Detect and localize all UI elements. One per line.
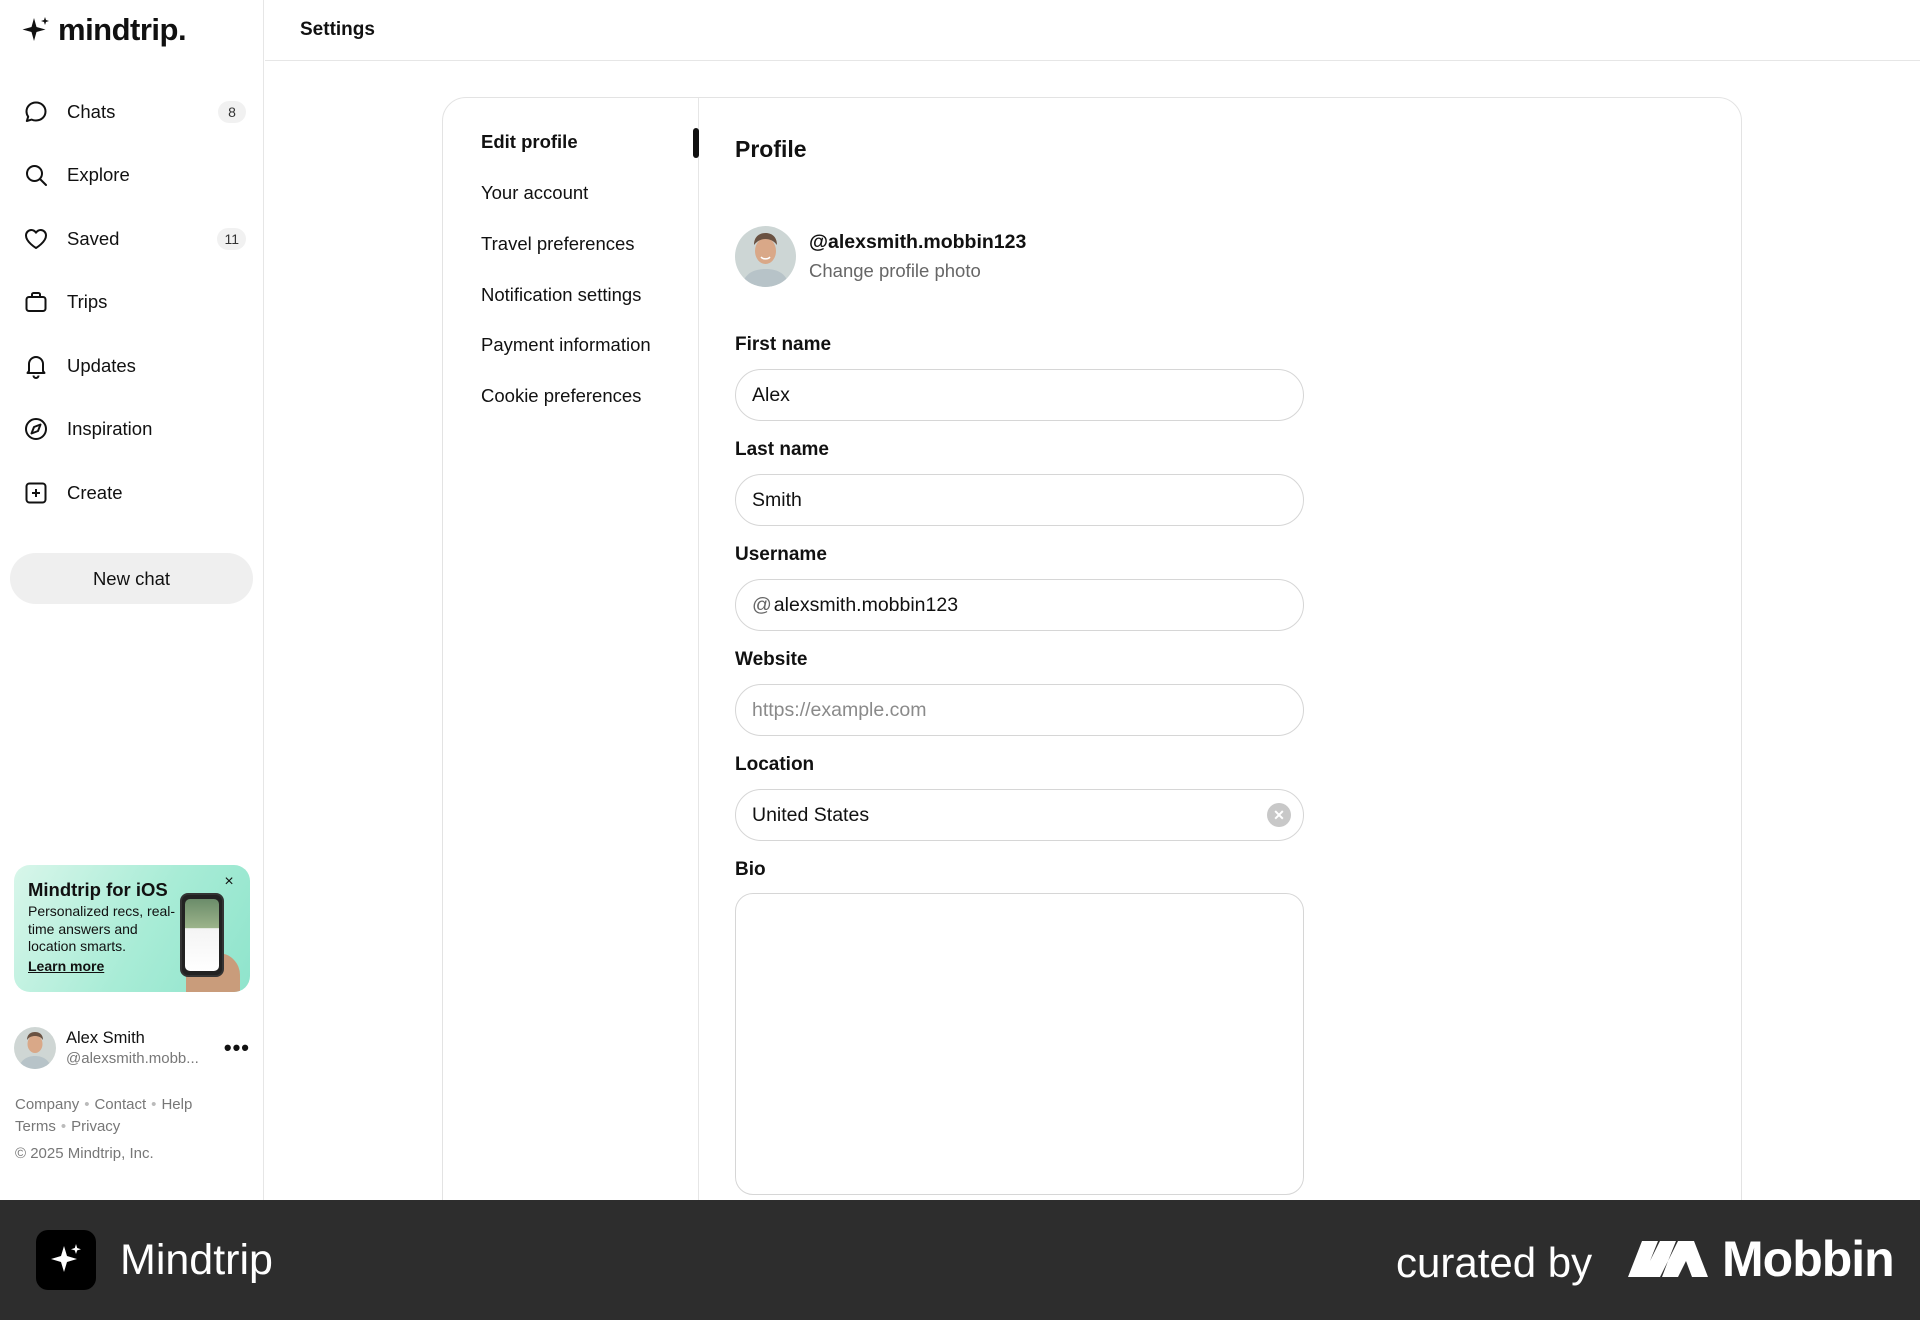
location-field[interactable]: ✕ bbox=[735, 789, 1304, 841]
at-prefix: @ bbox=[752, 593, 772, 616]
close-icon[interactable]: × bbox=[220, 873, 238, 891]
curated-by-text: curated by bbox=[1396, 1239, 1593, 1286]
nav-item-inspiration[interactable]: Inspiration bbox=[0, 398, 264, 462]
active-indicator bbox=[693, 128, 699, 158]
app-icon bbox=[36, 1230, 96, 1290]
user-info: Alex Smith @alexsmith.mobb... bbox=[66, 1029, 211, 1067]
chats-count-badge: 8 bbox=[218, 100, 246, 123]
settings-tab-notification-settings[interactable]: Notification settings bbox=[481, 284, 641, 306]
nav-label: Inspiration bbox=[67, 418, 153, 440]
first-name-label: First name bbox=[735, 334, 832, 355]
mobbin-logo: Mobbin bbox=[1626, 1230, 1895, 1288]
mobbin-mark-icon bbox=[1628, 1241, 1708, 1277]
nav-label: Trips bbox=[67, 291, 108, 313]
nav-item-chats[interactable]: Chats 8 bbox=[0, 80, 264, 144]
location-input[interactable] bbox=[752, 803, 1267, 827]
learn-more-link[interactable]: Learn more bbox=[28, 958, 104, 974]
clear-location-icon[interactable]: ✕ bbox=[1267, 803, 1291, 827]
settings-tab-travel-preferences[interactable]: Travel preferences bbox=[481, 233, 635, 255]
settings-nav: Edit profile Your account Travel prefere… bbox=[443, 98, 699, 1236]
settings-card: Edit profile Your account Travel prefere… bbox=[442, 97, 1742, 1237]
nav-label: Create bbox=[67, 481, 123, 503]
nav-item-create[interactable]: Create bbox=[0, 461, 264, 525]
nav-item-saved[interactable]: Saved 11 bbox=[0, 207, 264, 271]
suitcase-icon bbox=[22, 288, 50, 316]
main-nav: Chats 8 Explore Saved 11 Trips Updates I… bbox=[0, 80, 264, 525]
profile-heading: Profile bbox=[735, 136, 807, 162]
bell-icon bbox=[22, 352, 50, 380]
avatar bbox=[14, 1027, 56, 1069]
plus-square-icon bbox=[22, 479, 50, 507]
sparkle-icon bbox=[51, 1244, 81, 1272]
contact-link[interactable]: Contact bbox=[94, 1096, 146, 1113]
sparkle-logo-icon bbox=[22, 17, 49, 41]
search-icon bbox=[22, 161, 50, 189]
topbar: Settings bbox=[265, 0, 1920, 61]
sidebar: mindtrip. Chats 8 Explore Saved 11 Trips… bbox=[0, 0, 264, 1200]
last-name-field[interactable] bbox=[735, 474, 1304, 526]
promo-text: Personalized recs, real-time answers and… bbox=[28, 903, 176, 954]
bio-label: Bio bbox=[735, 859, 766, 880]
first-name-field[interactable] bbox=[735, 369, 1304, 421]
saved-count-badge: 11 bbox=[217, 227, 246, 250]
user-menu[interactable]: Alex Smith @alexsmith.mobb... ••• bbox=[14, 1025, 250, 1071]
location-label: Location bbox=[735, 754, 815, 775]
last-name-input[interactable] bbox=[752, 488, 1287, 512]
app-name: Mindtrip bbox=[120, 1236, 273, 1284]
settings-tab-your-account[interactable]: Your account bbox=[481, 182, 588, 204]
username-field[interactable]: @ bbox=[735, 579, 1304, 631]
ios-promo-banner: Mindtrip for iOS Personalized recs, real… bbox=[14, 865, 250, 992]
curated-banner: Mindtrip curated by Mobbin bbox=[0, 1200, 1920, 1320]
phone-screen bbox=[185, 899, 219, 971]
change-photo-link[interactable]: Change profile photo bbox=[809, 260, 1026, 282]
settings-tab-cookie-preferences[interactable]: Cookie preferences bbox=[481, 385, 641, 407]
profile-photo-row: @alexsmith.mobbin123 Change profile phot… bbox=[735, 226, 1026, 287]
nav-item-explore[interactable]: Explore bbox=[0, 144, 264, 208]
nav-label: Explore bbox=[67, 164, 130, 186]
terms-link[interactable]: Terms bbox=[15, 1118, 56, 1135]
copyright: © 2025 Mindtrip, Inc. bbox=[15, 1145, 154, 1162]
username-input[interactable] bbox=[773, 593, 1287, 617]
logo[interactable]: mindtrip. bbox=[20, 12, 187, 48]
footer-links: Company • Contact • Help Terms • Privacy bbox=[15, 1096, 193, 1135]
nav-item-updates[interactable]: Updates bbox=[0, 334, 264, 398]
user-handle: @alexsmith.mobb... bbox=[66, 1050, 199, 1067]
website-field[interactable] bbox=[735, 684, 1304, 736]
profile-photo-info: @alexsmith.mobbin123 Change profile phot… bbox=[809, 231, 1026, 282]
website-label: Website bbox=[735, 649, 808, 670]
last-name-label: Last name bbox=[735, 439, 829, 460]
first-name-input[interactable] bbox=[752, 383, 1287, 407]
mobbin-wordmark: Mobbin bbox=[1722, 1231, 1895, 1287]
chat-bubble-icon bbox=[22, 98, 50, 126]
logo-text: mindtrip. bbox=[58, 12, 187, 47]
settings-tab-payment-information[interactable]: Payment information bbox=[481, 334, 651, 356]
bio-textarea[interactable] bbox=[735, 893, 1304, 1195]
heart-icon bbox=[22, 225, 50, 253]
more-options-icon[interactable]: ••• bbox=[224, 1035, 250, 1061]
profile-avatar[interactable] bbox=[735, 226, 796, 287]
company-link[interactable]: Company bbox=[15, 1096, 79, 1113]
new-chat-button[interactable]: New chat bbox=[10, 553, 253, 604]
settings-tab-edit-profile[interactable]: Edit profile bbox=[481, 131, 578, 153]
nav-label: Saved bbox=[67, 227, 120, 249]
website-input[interactable] bbox=[752, 698, 1287, 722]
page-title: Settings bbox=[300, 19, 375, 40]
phone-illustration bbox=[180, 893, 224, 977]
user-name: Alex Smith bbox=[66, 1029, 145, 1047]
compass-icon bbox=[22, 415, 50, 443]
profile-handle: @alexsmith.mobbin123 bbox=[809, 231, 1027, 253]
nav-item-trips[interactable]: Trips bbox=[0, 271, 264, 335]
username-label: Username bbox=[735, 544, 827, 565]
promo-title: Mindtrip for iOS bbox=[28, 879, 168, 900]
help-link[interactable]: Help bbox=[161, 1096, 192, 1113]
nav-label: Updates bbox=[67, 354, 136, 376]
privacy-link[interactable]: Privacy bbox=[71, 1118, 120, 1135]
nav-label: Chats bbox=[67, 100, 116, 122]
